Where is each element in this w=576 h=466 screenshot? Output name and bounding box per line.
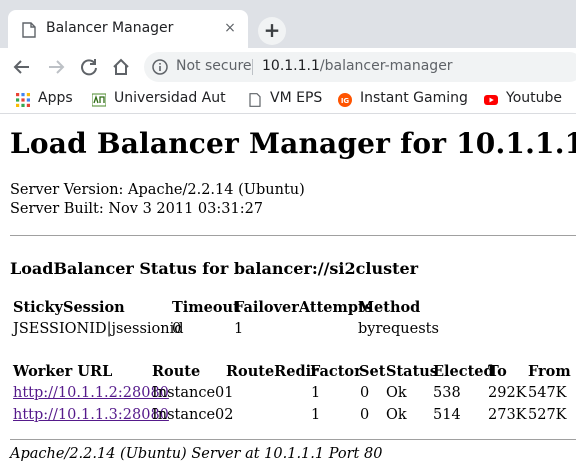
info-icon[interactable] (152, 59, 168, 75)
header-failover-attempts: FailoverAttempts (234, 299, 373, 316)
from-value: 527K (528, 407, 567, 423)
header-set: Set (359, 363, 386, 380)
header-status: Status (386, 363, 438, 380)
reload-icon (81, 59, 97, 76)
page-icon (249, 93, 261, 107)
new-tab-button[interactable]: + (258, 17, 286, 45)
server-footer: Apache/2.2.14 (Ubuntu) Server at 10.1.1.… (10, 446, 383, 462)
forward-button[interactable] (42, 53, 70, 81)
server-built: Server Built: Nov 3 2011 03:31:27 (10, 201, 264, 217)
arrow-right-icon (49, 60, 65, 74)
header-timeout: Timeout (172, 299, 240, 316)
close-tab-icon[interactable]: × (220, 18, 240, 38)
page-content: Load Balancer Manager for 10.1.1.1 Serve… (0, 115, 576, 466)
security-label[interactable]: Not secure (176, 58, 252, 74)
arrow-left-icon (13, 60, 29, 74)
header-route: Route (152, 363, 201, 380)
balancer-heading: LoadBalancer Status for balancer://si2cl… (10, 259, 419, 278)
home-button[interactable] (107, 53, 135, 81)
url-host: 10.1.1.1 (262, 58, 320, 74)
omnibox-divider (252, 59, 253, 75)
tab-title: Balancer Manager (46, 20, 174, 36)
status-value: Ok (386, 385, 407, 401)
server-version: Server Version: Apache/2.2.14 (Ubuntu) (10, 182, 305, 198)
header-method: Method (358, 299, 421, 316)
status-value: Ok (386, 407, 407, 423)
bookmark-label: VM EPS (270, 90, 323, 106)
header-factor: Factor (310, 363, 362, 380)
to-value: 292K (488, 385, 527, 401)
factor-value: 1 (311, 407, 321, 423)
tab-strip: Balancer Manager × + (0, 0, 576, 48)
bookmark-label: Universidad Aut (114, 90, 226, 106)
to-value: 273K (488, 407, 527, 423)
header-sticky-session: StickySession (13, 299, 125, 316)
bookmark-label: Apps (38, 90, 73, 106)
page-icon (22, 22, 36, 38)
home-icon (113, 58, 129, 75)
route-value: Instance02 (152, 407, 234, 423)
svg-text:IG: IG (341, 97, 350, 105)
header-elected: Elected (433, 363, 494, 380)
failover-attempts-value: 1 (234, 321, 244, 337)
method-value: byrequests (358, 321, 439, 337)
header-to: To (488, 363, 507, 380)
bookmark-label: Instant Gaming (360, 90, 468, 106)
divider (10, 235, 576, 236)
youtube-icon (484, 95, 498, 105)
page-title: Load Balancer Manager for 10.1.1.1 (10, 127, 576, 160)
instant-gaming-icon: IG (338, 93, 352, 107)
url-path: /balancer-manager (319, 58, 453, 74)
url-text[interactable]: 10.1.1.1/balancer-manager (262, 58, 453, 74)
elected-value: 538 (433, 385, 461, 401)
bookmarks-bar: Apps Universidad Aut VM EPS IG Instant G… (0, 86, 576, 114)
route-value: Instance01 (152, 385, 234, 401)
timeout-value: 0 (172, 321, 182, 337)
from-value: 547K (528, 385, 567, 401)
address-bar[interactable]: Not secure 10.1.1.1/balancer-manager (144, 52, 576, 82)
reload-button[interactable] (75, 53, 103, 81)
header-worker-url: Worker URL (13, 363, 113, 380)
bookmark-label: Youtube (506, 90, 562, 106)
elected-value: 514 (433, 407, 461, 423)
set-value: 0 (360, 407, 370, 423)
browser-tab[interactable]: Balancer Manager × (8, 10, 248, 48)
header-from: From (528, 363, 571, 380)
browser-toolbar: Not secure 10.1.1.1/balancer-manager (0, 48, 576, 86)
worker-url-link[interactable]: http://10.1.1.2:28080 (13, 385, 169, 401)
divider (10, 439, 576, 440)
factor-value: 1 (311, 385, 321, 401)
apps-grid-icon (16, 93, 30, 107)
back-button[interactable] (8, 53, 36, 81)
sticky-session-value: JSESSIONID|jsessionid (13, 321, 184, 337)
worker-url-link[interactable]: http://10.1.1.3:28080 (13, 407, 169, 423)
uam-logo-icon (92, 93, 106, 107)
header-route-redir: RouteRedir (226, 363, 319, 380)
set-value: 0 (360, 385, 370, 401)
